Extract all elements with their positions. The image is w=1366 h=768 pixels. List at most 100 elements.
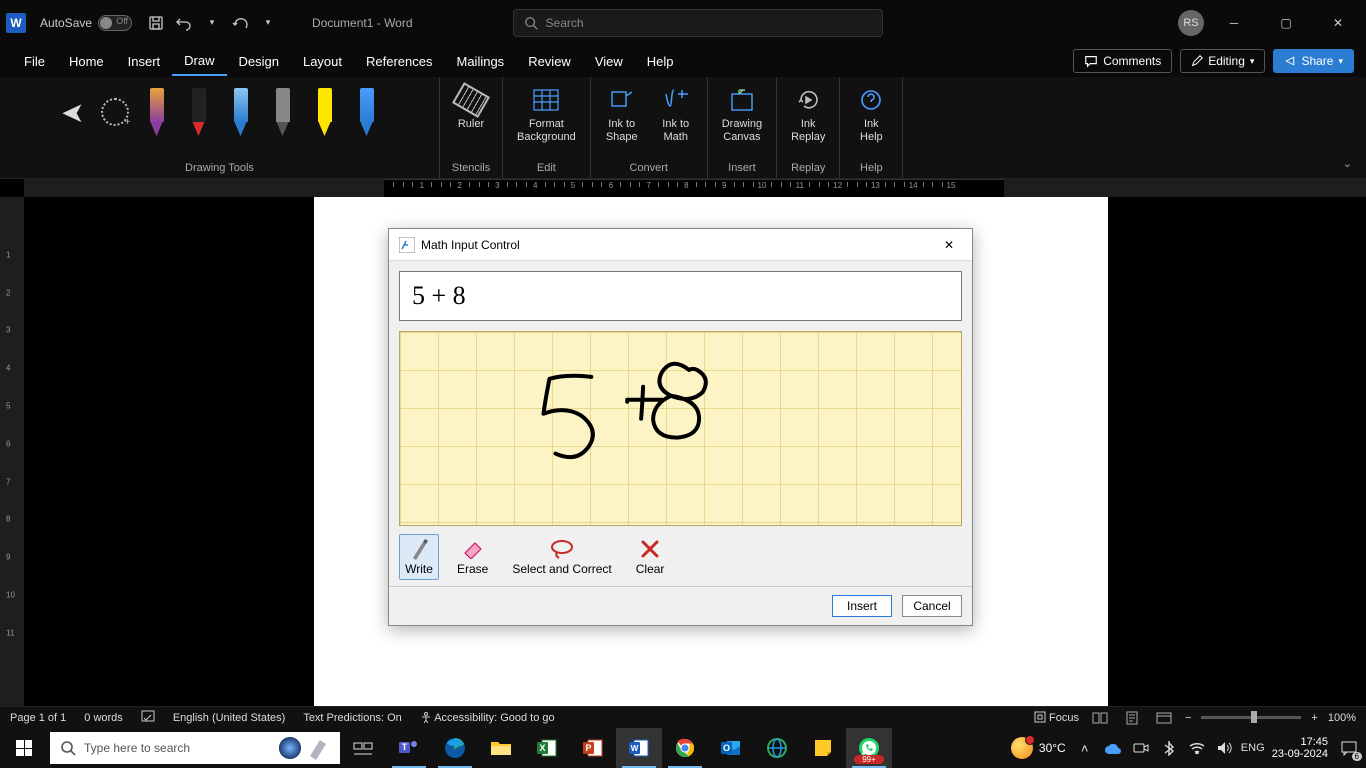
minimize-button[interactable]: ─ — [1212, 8, 1256, 38]
meet-now-icon[interactable] — [1132, 739, 1150, 757]
format-background-button[interactable]: Format Background — [513, 83, 580, 145]
help-icon — [854, 85, 888, 115]
whatsapp-icon[interactable]: 99+ — [846, 728, 892, 768]
start-button[interactable] — [0, 728, 48, 768]
chevron-down-icon[interactable]: ▾ — [200, 11, 224, 35]
language-indicator[interactable]: ENG — [1244, 739, 1262, 757]
svg-text:X: X — [539, 743, 545, 753]
tab-mailings[interactable]: Mailings — [445, 48, 517, 75]
close-button[interactable]: ✕ — [1316, 8, 1360, 38]
tab-layout[interactable]: Layout — [291, 48, 354, 75]
vertical-ruler[interactable]: 1234567891011 — [0, 197, 24, 728]
text-predictions[interactable]: Text Predictions: On — [303, 712, 401, 724]
browser-icon[interactable] — [754, 728, 800, 768]
word-taskbar-icon[interactable]: W — [616, 728, 662, 768]
focus-mode[interactable]: Focus — [1034, 711, 1079, 724]
pen-red[interactable] — [184, 83, 214, 141]
sticky-notes-icon[interactable] — [800, 728, 846, 768]
pen-blue[interactable] — [226, 83, 256, 141]
ink-to-math-button[interactable]: Ink to Math — [655, 83, 697, 145]
dialog-close-button[interactable]: ✕ — [936, 232, 962, 258]
undo-icon[interactable] — [172, 11, 196, 35]
tab-help[interactable]: Help — [635, 48, 686, 75]
redo-icon[interactable] — [228, 11, 252, 35]
outlook-icon[interactable]: O — [708, 728, 754, 768]
tab-design[interactable]: Design — [227, 48, 291, 75]
bluetooth-icon[interactable] — [1160, 739, 1178, 757]
toggle-switch-icon[interactable]: Off — [98, 15, 132, 31]
cancel-button[interactable]: Cancel — [902, 595, 962, 617]
tab-draw[interactable]: Draw — [172, 47, 226, 76]
powerpoint-icon[interactable]: P — [570, 728, 616, 768]
ink-to-shape-button[interactable]: Ink to Shape — [601, 83, 643, 145]
search-input[interactable]: Search — [513, 9, 883, 37]
tab-insert[interactable]: Insert — [116, 48, 173, 75]
accessibility-status[interactable]: Accessibility: Good to go — [420, 711, 555, 724]
svg-text:O: O — [723, 743, 730, 753]
user-avatar[interactable]: RS — [1178, 10, 1204, 36]
horizontal-ruler[interactable]: 123456789101112131415 — [24, 179, 1366, 197]
editing-mode-button[interactable]: Editing▾ — [1180, 49, 1265, 73]
tab-references[interactable]: References — [354, 48, 444, 75]
comments-button[interactable]: Comments — [1073, 49, 1172, 73]
dialog-title: Math Input Control — [421, 238, 520, 252]
zoom-out-button[interactable]: − — [1185, 712, 1191, 724]
language-indicator[interactable]: English (United States) — [173, 712, 286, 724]
taskbar-search[interactable]: Type here to search — [50, 732, 340, 764]
ink-help-button[interactable]: Ink Help — [850, 83, 892, 145]
chrome-icon[interactable] — [662, 728, 708, 768]
read-mode-icon[interactable] — [1089, 709, 1111, 727]
collapse-ribbon-icon[interactable]: ⌄ — [1343, 157, 1352, 170]
pen-action[interactable] — [352, 83, 382, 141]
volume-icon[interactable] — [1216, 739, 1234, 757]
ink-canvas[interactable] — [399, 331, 962, 526]
word-count[interactable]: 0 words — [84, 712, 123, 724]
clear-tool[interactable]: Clear — [630, 534, 671, 580]
autosave-toggle[interactable]: AutoSave Off — [40, 15, 132, 31]
zoom-slider[interactable] — [1201, 716, 1301, 719]
print-layout-icon[interactable] — [1121, 709, 1143, 727]
ink-replay-button[interactable]: Ink Replay — [787, 83, 829, 145]
tab-file[interactable]: File — [12, 48, 57, 75]
pen-gray[interactable] — [268, 83, 298, 141]
tab-view[interactable]: View — [583, 48, 635, 75]
autosave-state: Off — [116, 16, 128, 26]
write-tool[interactable]: Write — [399, 534, 439, 580]
maximize-button[interactable]: ▢ — [1264, 8, 1308, 38]
customize-qat-icon[interactable]: ▾ — [256, 11, 280, 35]
save-icon[interactable] — [144, 11, 168, 35]
ruler-button[interactable]: Ruler — [450, 83, 492, 133]
file-explorer-icon[interactable] — [478, 728, 524, 768]
vruler-mark: 3 — [6, 326, 10, 335]
canvas-icon — [725, 85, 759, 115]
page-indicator[interactable]: Page 1 of 1 — [10, 712, 66, 724]
onedrive-icon[interactable] — [1104, 739, 1122, 757]
zoom-in-button[interactable]: + — [1311, 712, 1317, 724]
tray-chevron-icon[interactable]: ˄ — [1076, 739, 1094, 757]
tab-home[interactable]: Home — [57, 48, 116, 75]
teams-icon[interactable]: T — [386, 728, 432, 768]
wifi-icon[interactable] — [1188, 739, 1206, 757]
spellcheck-icon[interactable] — [141, 709, 155, 726]
task-view-icon[interactable] — [340, 728, 386, 768]
insert-button[interactable]: Insert — [832, 595, 892, 617]
pen-yellow[interactable] — [310, 83, 340, 141]
select-tool[interactable]: ➤ — [58, 83, 88, 141]
drawing-canvas-button[interactable]: Drawing Canvas — [718, 83, 766, 145]
select-correct-tool[interactable]: Select and Correct — [506, 534, 617, 580]
vruler-mark: 5 — [6, 402, 10, 411]
tab-review[interactable]: Review — [516, 48, 583, 75]
excel-icon[interactable]: X — [524, 728, 570, 768]
clock[interactable]: 17:45 23-09-2024 — [1272, 736, 1328, 760]
ruler-mark: 4 — [533, 181, 537, 190]
notifications-icon[interactable]: 6 — [1338, 737, 1360, 759]
edge-icon[interactable] — [432, 728, 478, 768]
zoom-level[interactable]: 100% — [1328, 712, 1356, 724]
web-layout-icon[interactable] — [1153, 709, 1175, 727]
dialog-titlebar[interactable]: Math Input Control ✕ — [389, 229, 972, 261]
lasso-tool[interactable] — [100, 83, 130, 141]
erase-tool[interactable]: Erase — [451, 534, 494, 580]
pen-purple[interactable] — [142, 83, 172, 141]
weather-widget[interactable]: 30°C — [1011, 737, 1066, 759]
share-button[interactable]: Share▾ — [1273, 49, 1354, 73]
